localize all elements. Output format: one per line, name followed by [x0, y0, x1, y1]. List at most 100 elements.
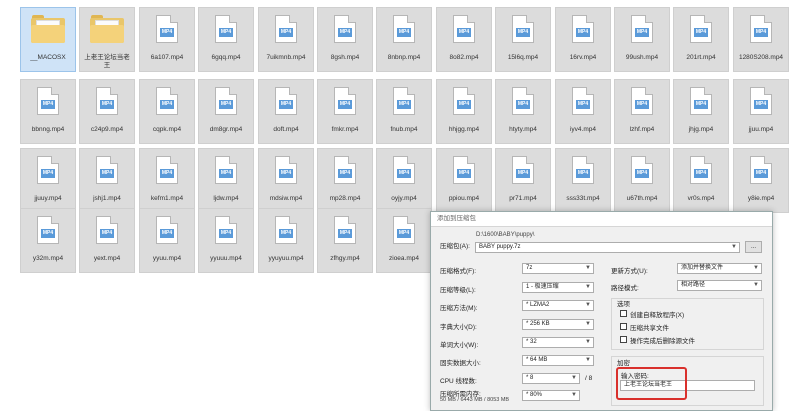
file-item[interactable]: MP4 fnub.mp4 — [376, 79, 432, 144]
mp4-badge: MP4 — [397, 169, 411, 178]
file-item[interactable]: MP4 201rt.mp4 — [673, 7, 729, 72]
mp4-badge: MP4 — [279, 100, 293, 109]
file-item[interactable]: MP4 pr71.mp4 — [495, 148, 551, 213]
file-item[interactable]: MP4 dm8gr.mp4 — [198, 79, 254, 144]
file-item[interactable]: MP4 8gsh.mp4 — [317, 7, 373, 72]
file-item[interactable]: MP4 yyuu.mp4 — [139, 208, 195, 273]
update-select[interactable]: 添加并替换文件 ▼ — [677, 263, 762, 274]
shared-checkbox[interactable] — [620, 323, 627, 330]
folder-item[interactable]: 上老王论坛当老王 — [79, 7, 135, 72]
mp4-badge: MP4 — [457, 28, 471, 37]
mp4-badge: MP4 — [397, 28, 411, 37]
file-item[interactable]: MP4 7uikmnb.mp4 — [258, 7, 314, 72]
file-item[interactable]: MP4 iyv4.mp4 — [555, 79, 611, 144]
mp4-badge: MP4 — [754, 28, 768, 37]
file-name: u67th.mp4 — [626, 195, 658, 202]
video-file-icon: MP4 — [37, 87, 59, 115]
archive-name-combo[interactable]: BABY puppy.7z ▼ — [475, 242, 740, 253]
file-item[interactable]: MP4 bbnng.mp4 — [20, 79, 76, 144]
mp4-badge: MP4 — [576, 28, 590, 37]
file-item[interactable]: MP4 doft.mp4 — [258, 79, 314, 144]
method-select[interactable]: * LZMA2 ▼ — [522, 300, 594, 311]
file-item[interactable]: MP4 zfhgy.mp4 — [317, 208, 373, 273]
mp4-badge: MP4 — [219, 169, 233, 178]
mp4-badge: MP4 — [41, 100, 55, 109]
video-file-icon: MP4 — [453, 15, 475, 43]
chevron-down-icon: ▼ — [571, 375, 577, 381]
file-item[interactable]: MP4 mdsiw.mp4 — [258, 148, 314, 213]
file-name: 6gqq.mp4 — [211, 54, 241, 61]
video-file-icon: MP4 — [750, 87, 772, 115]
dict-select[interactable]: * 256 KB ▼ — [522, 319, 594, 330]
video-file-icon: MP4 — [37, 216, 59, 244]
file-name: jjuuy.mp4 — [34, 195, 62, 202]
mp4-badge: MP4 — [694, 169, 708, 178]
mp4-badge: MP4 — [41, 229, 55, 238]
folder-item[interactable]: __MACOSX — [20, 7, 76, 72]
pathmode-select[interactable]: 相对路径 ▼ — [677, 280, 762, 291]
file-item[interactable]: MP4 yext.mp4 — [79, 208, 135, 273]
file-item[interactable]: MP4 htyty.mp4 — [495, 79, 551, 144]
file-item[interactable]: MP4 oyjy.mp4 — [376, 148, 432, 213]
file-item[interactable]: MP4 jhjg.mp4 — [673, 79, 729, 144]
mp4-badge: MP4 — [279, 169, 293, 178]
file-item[interactable]: MP4 yyuyuu.mp4 — [258, 208, 314, 273]
chevron-down-icon: ▼ — [585, 284, 591, 290]
file-item[interactable]: MP4 16rv.mp4 — [555, 7, 611, 72]
update-label: 更新方式(U): — [611, 268, 648, 275]
file-item[interactable]: MP4 zioea.mp4 — [376, 208, 432, 273]
file-item[interactable]: MP4 jjuuy.mp4 — [20, 148, 76, 213]
file-item[interactable]: MP4 6a107.mp4 — [139, 7, 195, 72]
format-select[interactable]: 7z ▼ — [522, 263, 594, 274]
file-item[interactable]: MP4 99ush.mp4 — [614, 7, 670, 72]
cpu-value: * 8 — [526, 375, 534, 381]
file-name: cqpk.mp4 — [152, 126, 182, 133]
mem-select[interactable]: * 80% ▼ — [522, 390, 580, 401]
file-name: vr0s.mp4 — [687, 195, 715, 202]
file-item[interactable]: MP4 lzhf.mp4 — [614, 79, 670, 144]
file-item[interactable]: MP4 yyuuu.mp4 — [198, 208, 254, 273]
file-item[interactable]: MP4 c24p9.mp4 — [79, 79, 135, 144]
file-name: 8gsh.mp4 — [330, 54, 360, 61]
file-name: fnub.mp4 — [390, 126, 418, 133]
file-name: kefm1.mp4 — [150, 195, 184, 202]
file-item[interactable]: MP4 8o82.mp4 — [436, 7, 492, 72]
file-item[interactable]: MP4 ljdw.mp4 — [198, 148, 254, 213]
browse-button[interactable]: ... — [745, 241, 762, 253]
word-select[interactable]: * 32 ▼ — [522, 337, 594, 348]
file-item[interactable]: MP4 y8ie.mp4 — [733, 148, 789, 213]
file-item[interactable]: MP4 y32m.mp4 — [20, 208, 76, 273]
mem-value: * 80% — [526, 392, 543, 398]
file-item[interactable]: MP4 15l6q.mp4 — [495, 7, 551, 72]
file-item[interactable]: MP4 hhjgg.mp4 — [436, 79, 492, 144]
sfx-checkbox[interactable] — [620, 310, 627, 317]
cpu-select[interactable]: * 8 ▼ — [522, 373, 580, 384]
level-select[interactable]: 1 - 极速压缩 ▼ — [522, 282, 594, 293]
file-item[interactable]: MP4 jshj1.mp4 — [79, 148, 135, 213]
file-item[interactable]: MP4 jjuu.mp4 — [733, 79, 789, 144]
file-name: y8ie.mp4 — [747, 195, 775, 202]
file-name: lzhf.mp4 — [629, 126, 655, 133]
file-item[interactable]: MP4 mp28.mp4 — [317, 148, 373, 213]
method-value: * LZMA2 — [526, 302, 550, 308]
solid-select[interactable]: * 64 MB ▼ — [522, 355, 594, 366]
video-file-icon: MP4 — [512, 156, 534, 184]
file-item[interactable]: MP4 kefm1.mp4 — [139, 148, 195, 213]
file-name: zioea.mp4 — [389, 255, 419, 262]
file-item[interactable]: MP4 u67th.mp4 — [614, 148, 670, 213]
file-item[interactable]: MP4 8nbnp.mp4 — [376, 7, 432, 72]
mp4-badge: MP4 — [100, 229, 114, 238]
file-item[interactable]: MP4 1280S208.mp4 — [733, 7, 789, 72]
file-item[interactable]: MP4 cqpk.mp4 — [139, 79, 195, 144]
delete-after-checkbox[interactable] — [620, 336, 627, 343]
file-item[interactable]: MP4 fmkr.mp4 — [317, 79, 373, 144]
file-item[interactable]: MP4 vr0s.mp4 — [673, 148, 729, 213]
file-name: pr71.mp4 — [509, 195, 537, 202]
file-item[interactable]: MP4 6gqq.mp4 — [198, 7, 254, 72]
pathmode-label: 路径模式: — [611, 285, 639, 292]
file-item[interactable]: MP4 sss33t.mp4 — [555, 148, 611, 213]
video-file-icon: MP4 — [334, 216, 356, 244]
mp4-badge: MP4 — [279, 28, 293, 37]
file-item[interactable]: MP4 ppiou.mp4 — [436, 148, 492, 213]
file-name: doft.mp4 — [273, 126, 299, 133]
